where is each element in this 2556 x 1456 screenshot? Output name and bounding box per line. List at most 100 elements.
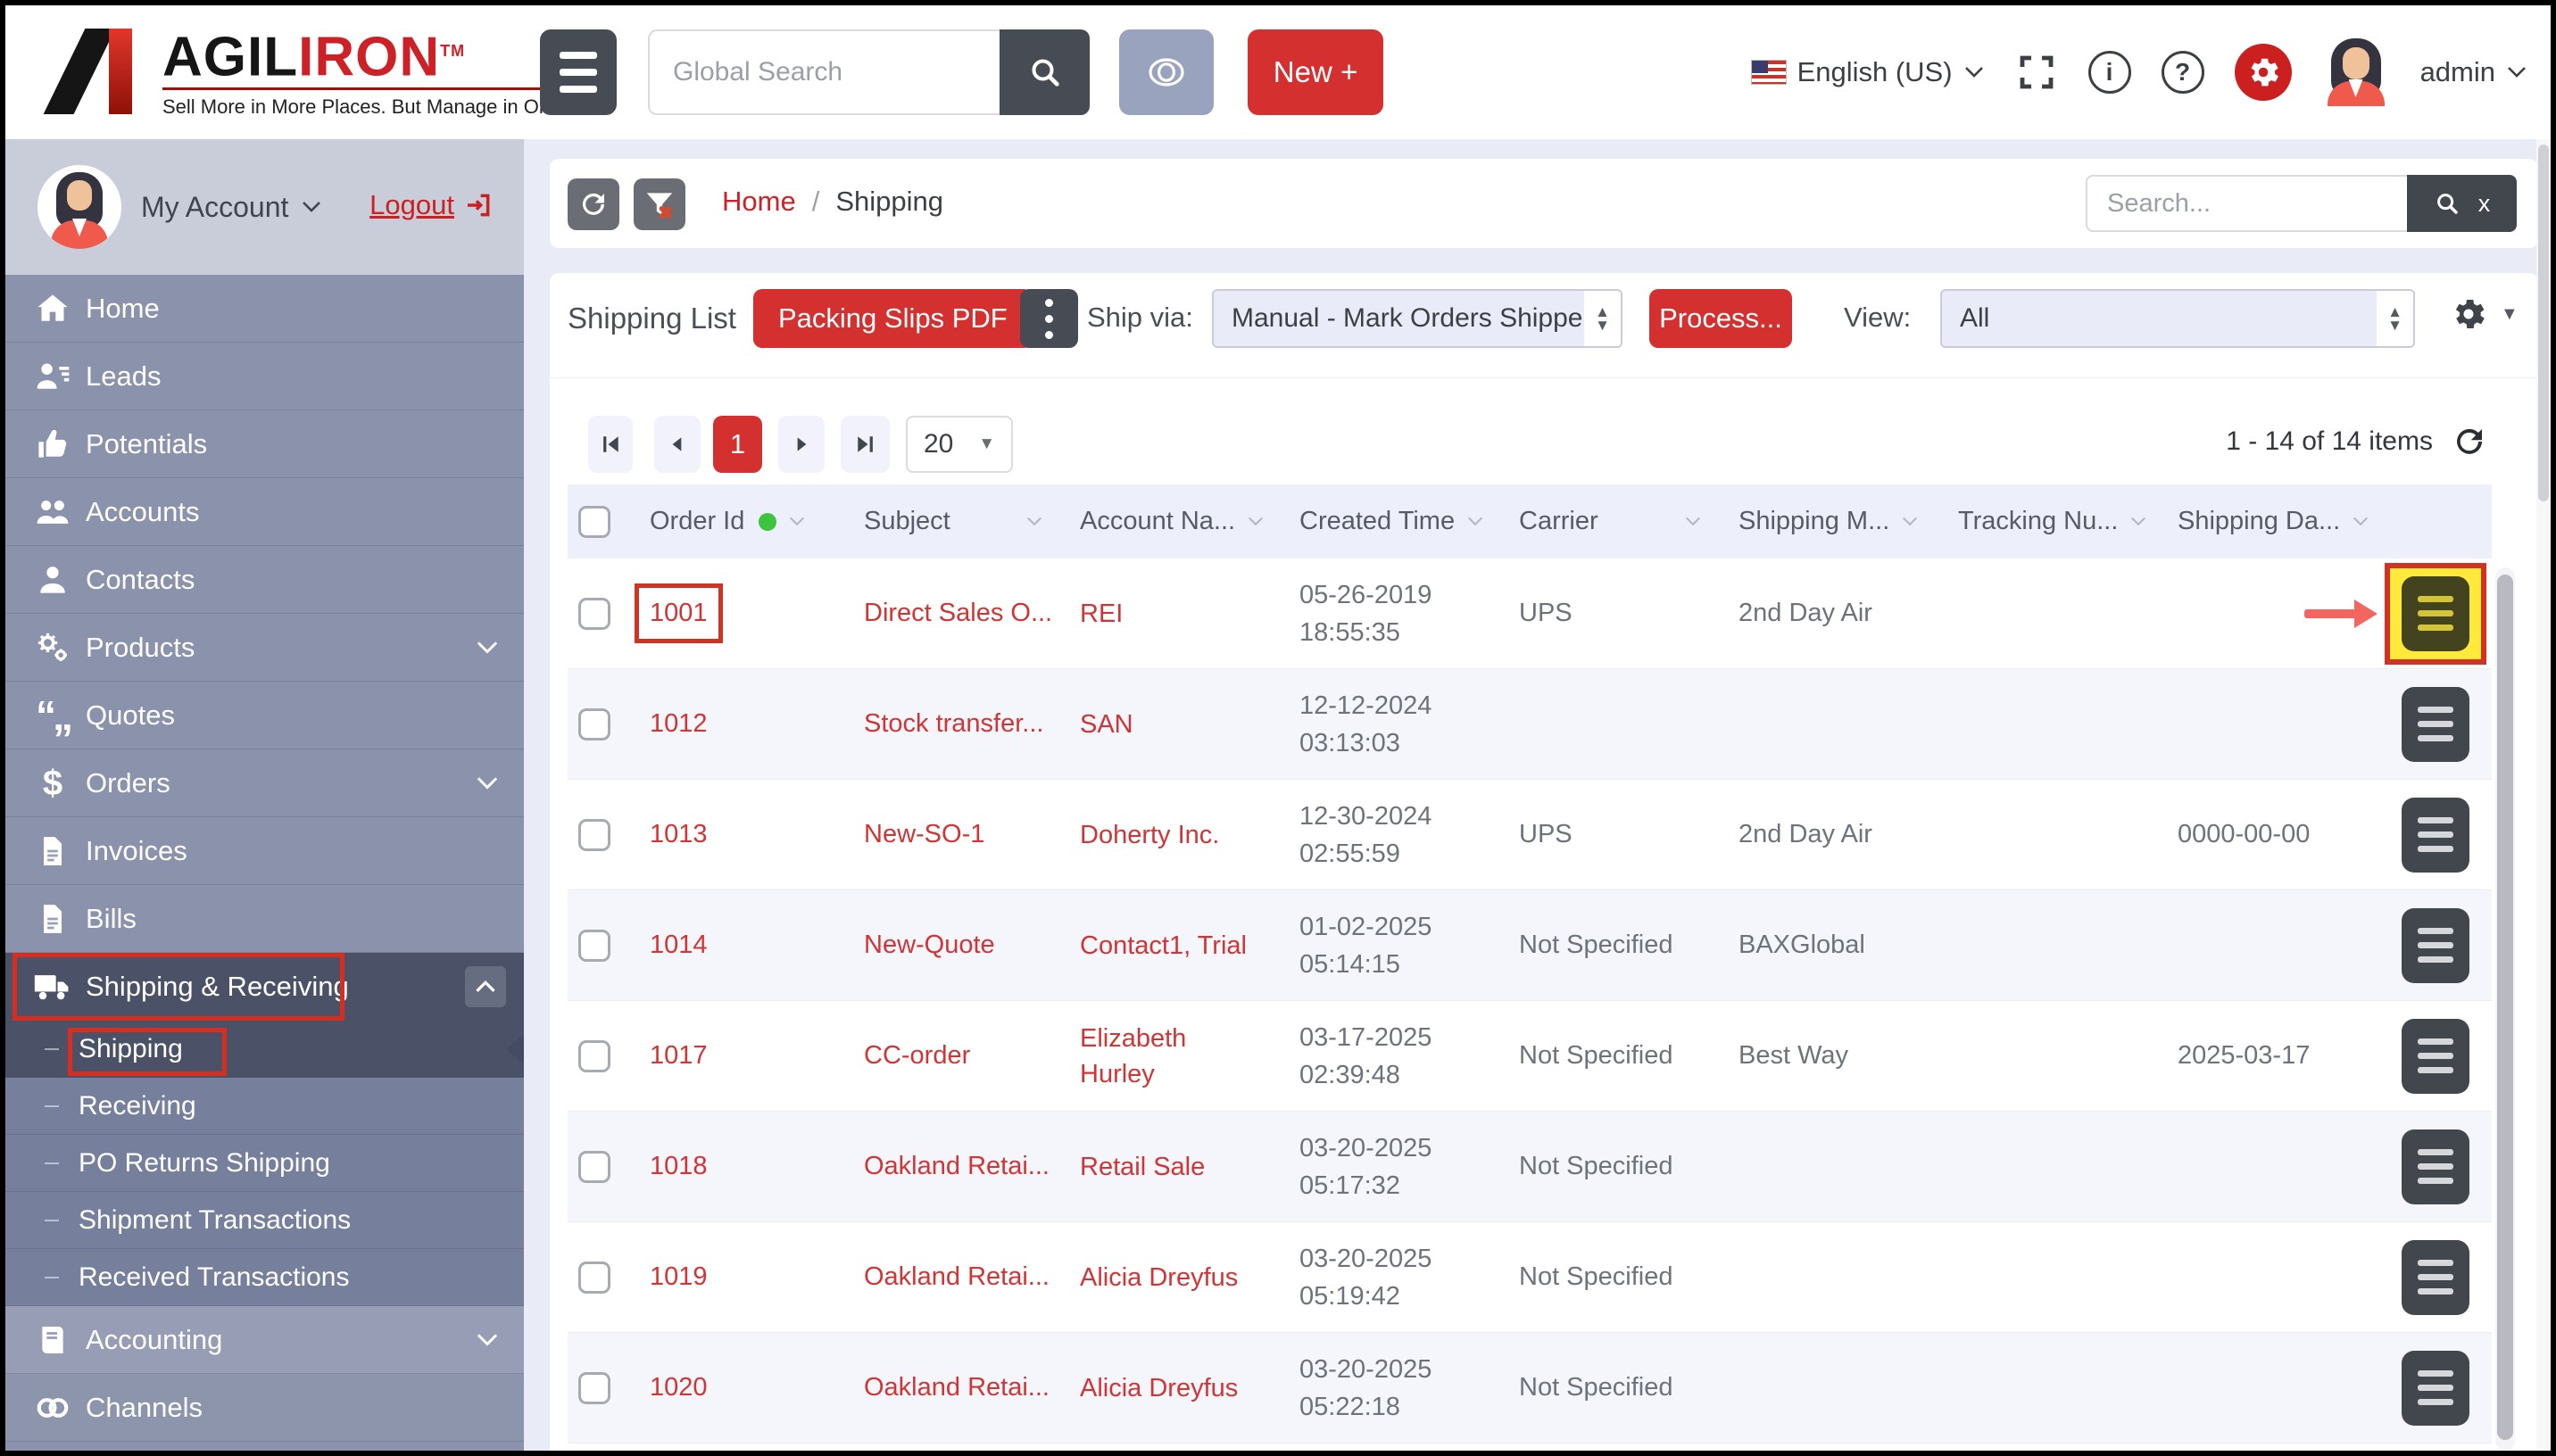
global-search-button[interactable] [1000, 29, 1090, 115]
row-actions-button[interactable] [2402, 1129, 2469, 1204]
breadcrumb-home-link[interactable]: Home [722, 186, 796, 218]
sort-chevron-icon[interactable] [1246, 516, 1266, 527]
row-actions-button[interactable] [2402, 687, 2469, 762]
sidebar-item-bills[interactable]: Bills [5, 885, 524, 953]
account-name-link[interactable]: REI [1080, 596, 1149, 632]
logout-link[interactable]: Logout [369, 189, 494, 221]
sidebar-item-channels[interactable]: Channels [5, 1374, 524, 1442]
column-header-shipping-date[interactable]: Shipping Da... [2160, 507, 2379, 536]
row-actions-button[interactable] [2402, 908, 2469, 983]
view-select[interactable]: All ▲▼ [1940, 289, 2415, 348]
column-header-shipping-method[interactable]: Shipping M... [1721, 507, 1940, 536]
page-scrollbar[interactable] [2536, 139, 2551, 1451]
subject-link[interactable]: Direct Sales O... [864, 599, 1052, 628]
account-name-link[interactable]: SAN [1080, 707, 1160, 742]
submenu-item-shipping[interactable]: Shipping [5, 1021, 524, 1078]
search-clear-button[interactable]: x [2478, 190, 2491, 218]
row-checkbox[interactable] [578, 708, 610, 740]
scrollbar-thumb[interactable] [2538, 145, 2549, 501]
next-page-button[interactable] [778, 416, 825, 473]
subject-link[interactable]: Stock transfer... [864, 709, 1043, 739]
table-row[interactable]: 1020 Oakland Retai... Alicia Dreyfus 03-… [568, 1333, 2492, 1444]
settings-button[interactable] [2235, 44, 2292, 101]
ship-via-select[interactable]: Manual - Mark Orders Shippe ▲▼ [1212, 289, 1622, 348]
account-name-link[interactable]: Retail Sale [1080, 1149, 1232, 1185]
sidebar-item-invoices[interactable]: Invoices [5, 817, 524, 885]
row-checkbox[interactable] [578, 1040, 610, 1072]
row-checkbox[interactable] [578, 1262, 610, 1294]
row-checkbox[interactable] [578, 1372, 610, 1404]
sort-chevron-icon[interactable] [1683, 516, 1703, 527]
order-id-link[interactable]: 1017 [650, 1041, 708, 1071]
table-row[interactable]: 1013 New-SO-1 Doherty Inc. 12-30-202402:… [568, 780, 2492, 890]
fullscreen-icon[interactable] [2015, 51, 2058, 94]
submenu-item-receiving[interactable]: Receiving [5, 1078, 524, 1135]
subject-link[interactable]: New-SO-1 [864, 820, 984, 849]
order-id-link[interactable]: 1012 [650, 709, 708, 739]
visibility-button[interactable] [1119, 29, 1214, 115]
table-row[interactable]: 1012 Stock transfer... SAN 12-12-202403:… [568, 669, 2492, 780]
column-header-carrier[interactable]: Carrier [1501, 507, 1721, 536]
sort-chevron-icon[interactable] [1025, 516, 1044, 527]
column-header-subject[interactable]: Subject [846, 507, 1062, 536]
previous-page-button[interactable] [654, 416, 701, 473]
subject-link[interactable]: New-Quote [864, 931, 995, 960]
subject-link[interactable]: Oakland Retai... [864, 1262, 1050, 1292]
page-size-select[interactable]: 20 ▼ [906, 416, 1013, 473]
process-button[interactable]: Process... [1649, 289, 1792, 348]
help-icon[interactable]: ? [2162, 51, 2204, 94]
column-header-created-time[interactable]: Created Time [1282, 507, 1501, 536]
table-row[interactable]: 1019 Oakland Retai... Alicia Dreyfus 03-… [568, 1222, 2492, 1333]
subject-link[interactable]: CC-order [864, 1041, 970, 1071]
column-header-order-id[interactable]: Order Id [632, 507, 846, 536]
column-header-account-name[interactable]: Account Na... [1062, 507, 1282, 536]
language-selector[interactable]: English (US) [1751, 56, 1985, 88]
sidebar-item-orders[interactable]: $ Orders [5, 749, 524, 817]
sidebar-item-accounting[interactable]: Accounting [5, 1306, 524, 1374]
order-id-link[interactable]: 1001 [650, 599, 708, 628]
last-page-button[interactable] [841, 416, 890, 473]
sidebar-item-home[interactable]: Home [5, 275, 524, 343]
sort-chevron-icon[interactable] [1465, 516, 1485, 527]
sidebar-item-quotes[interactable]: “„ Quotes [5, 682, 524, 749]
sidebar-item-leads[interactable]: Leads [5, 343, 524, 410]
sidebar-item-potentials[interactable]: Potentials [5, 410, 524, 478]
list-search-button[interactable]: x [2407, 175, 2517, 232]
row-checkbox[interactable] [578, 1151, 610, 1183]
account-name-link[interactable]: Alicia Dreyfus [1080, 1260, 1265, 1295]
refresh-button[interactable] [568, 178, 619, 230]
select-all-checkbox[interactable] [578, 506, 610, 538]
submenu-item-received-transactions[interactable]: Received Transactions [5, 1249, 524, 1306]
current-page-button[interactable]: 1 [713, 416, 762, 473]
row-checkbox[interactable] [578, 598, 610, 630]
row-actions-button[interactable] [2402, 1240, 2469, 1315]
row-checkbox[interactable] [578, 930, 610, 962]
row-actions-button[interactable] [2402, 576, 2469, 651]
account-name-link[interactable]: Alicia Dreyfus [1080, 1370, 1265, 1406]
row-actions-button[interactable] [2402, 1351, 2469, 1426]
user-avatar[interactable] [2322, 38, 2390, 106]
column-header-tracking-number[interactable]: Tracking Nu... [1940, 507, 2160, 536]
subject-link[interactable]: Oakland Retai... [864, 1373, 1050, 1402]
order-id-link[interactable]: 1014 [650, 931, 708, 960]
sidebar-avatar[interactable] [37, 165, 121, 249]
account-name-link[interactable]: Elizabeth Hurley [1080, 1021, 1282, 1092]
list-settings-button[interactable]: ▼ [2449, 294, 2519, 334]
clear-filter-button[interactable] [634, 178, 685, 230]
sidebar-item-accounts[interactable]: Accounts [5, 478, 524, 546]
info-icon[interactable]: i [2088, 51, 2131, 94]
subject-link[interactable]: Oakland Retai... [864, 1152, 1050, 1181]
my-account-menu[interactable]: My Account [141, 191, 322, 224]
menu-toggle-button[interactable] [540, 29, 617, 115]
list-search-input[interactable] [2086, 175, 2407, 232]
list-refresh-button[interactable] [2451, 423, 2488, 465]
order-id-link[interactable]: 1018 [650, 1152, 708, 1181]
table-row[interactable]: 1014 New-Quote Contact1, Trial 01-02-202… [568, 890, 2492, 1001]
sort-chevron-icon[interactable] [2129, 516, 2148, 527]
user-menu[interactable]: admin [2420, 56, 2527, 88]
more-actions-button[interactable] [1020, 289, 1078, 348]
table-row[interactable]: 1017 CC-order Elizabeth Hurley 03-17-202… [568, 1001, 2492, 1112]
account-name-link[interactable]: Doherty Inc. [1080, 817, 1246, 853]
global-search-input[interactable] [648, 29, 1000, 115]
sort-chevron-icon[interactable] [2351, 516, 2370, 527]
